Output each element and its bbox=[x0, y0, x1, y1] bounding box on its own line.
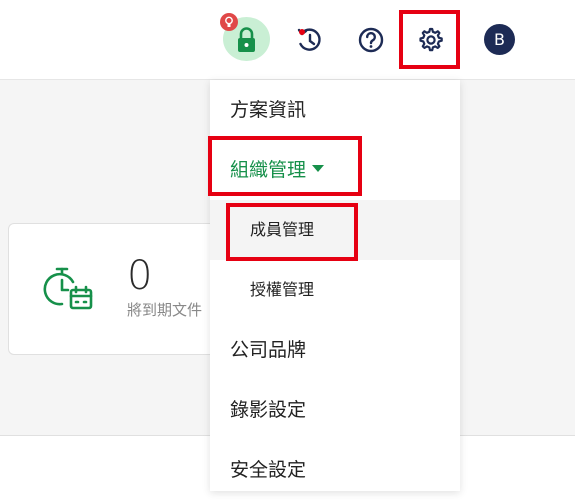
expiring-label: 將到期文件 bbox=[127, 301, 203, 319]
organization-highlight bbox=[208, 136, 362, 196]
menu-item-plan-info[interactable]: 方案資訊 bbox=[210, 80, 460, 140]
menu-item-licenses[interactable]: 授權管理 bbox=[210, 260, 460, 320]
menu-item-security-settings[interactable]: 安全設定 bbox=[210, 440, 460, 500]
menu-item-recording-settings[interactable]: 錄影設定 bbox=[210, 380, 460, 440]
bulb-icon bbox=[225, 16, 233, 27]
alert-badge bbox=[220, 13, 238, 31]
timer-calendar-icon bbox=[43, 266, 97, 318]
settings-highlight bbox=[399, 10, 460, 69]
menu-item-company-brand[interactable]: 公司品牌 bbox=[210, 320, 460, 380]
help-button[interactable] bbox=[351, 20, 391, 60]
user-avatar[interactable]: B bbox=[484, 24, 515, 55]
expiring-count: 0 bbox=[127, 253, 153, 299]
history-icon bbox=[297, 28, 321, 51]
top-bar: B bbox=[0, 0, 575, 80]
members-highlight bbox=[226, 203, 358, 261]
history-button[interactable] bbox=[290, 20, 330, 60]
help-icon bbox=[358, 27, 384, 53]
